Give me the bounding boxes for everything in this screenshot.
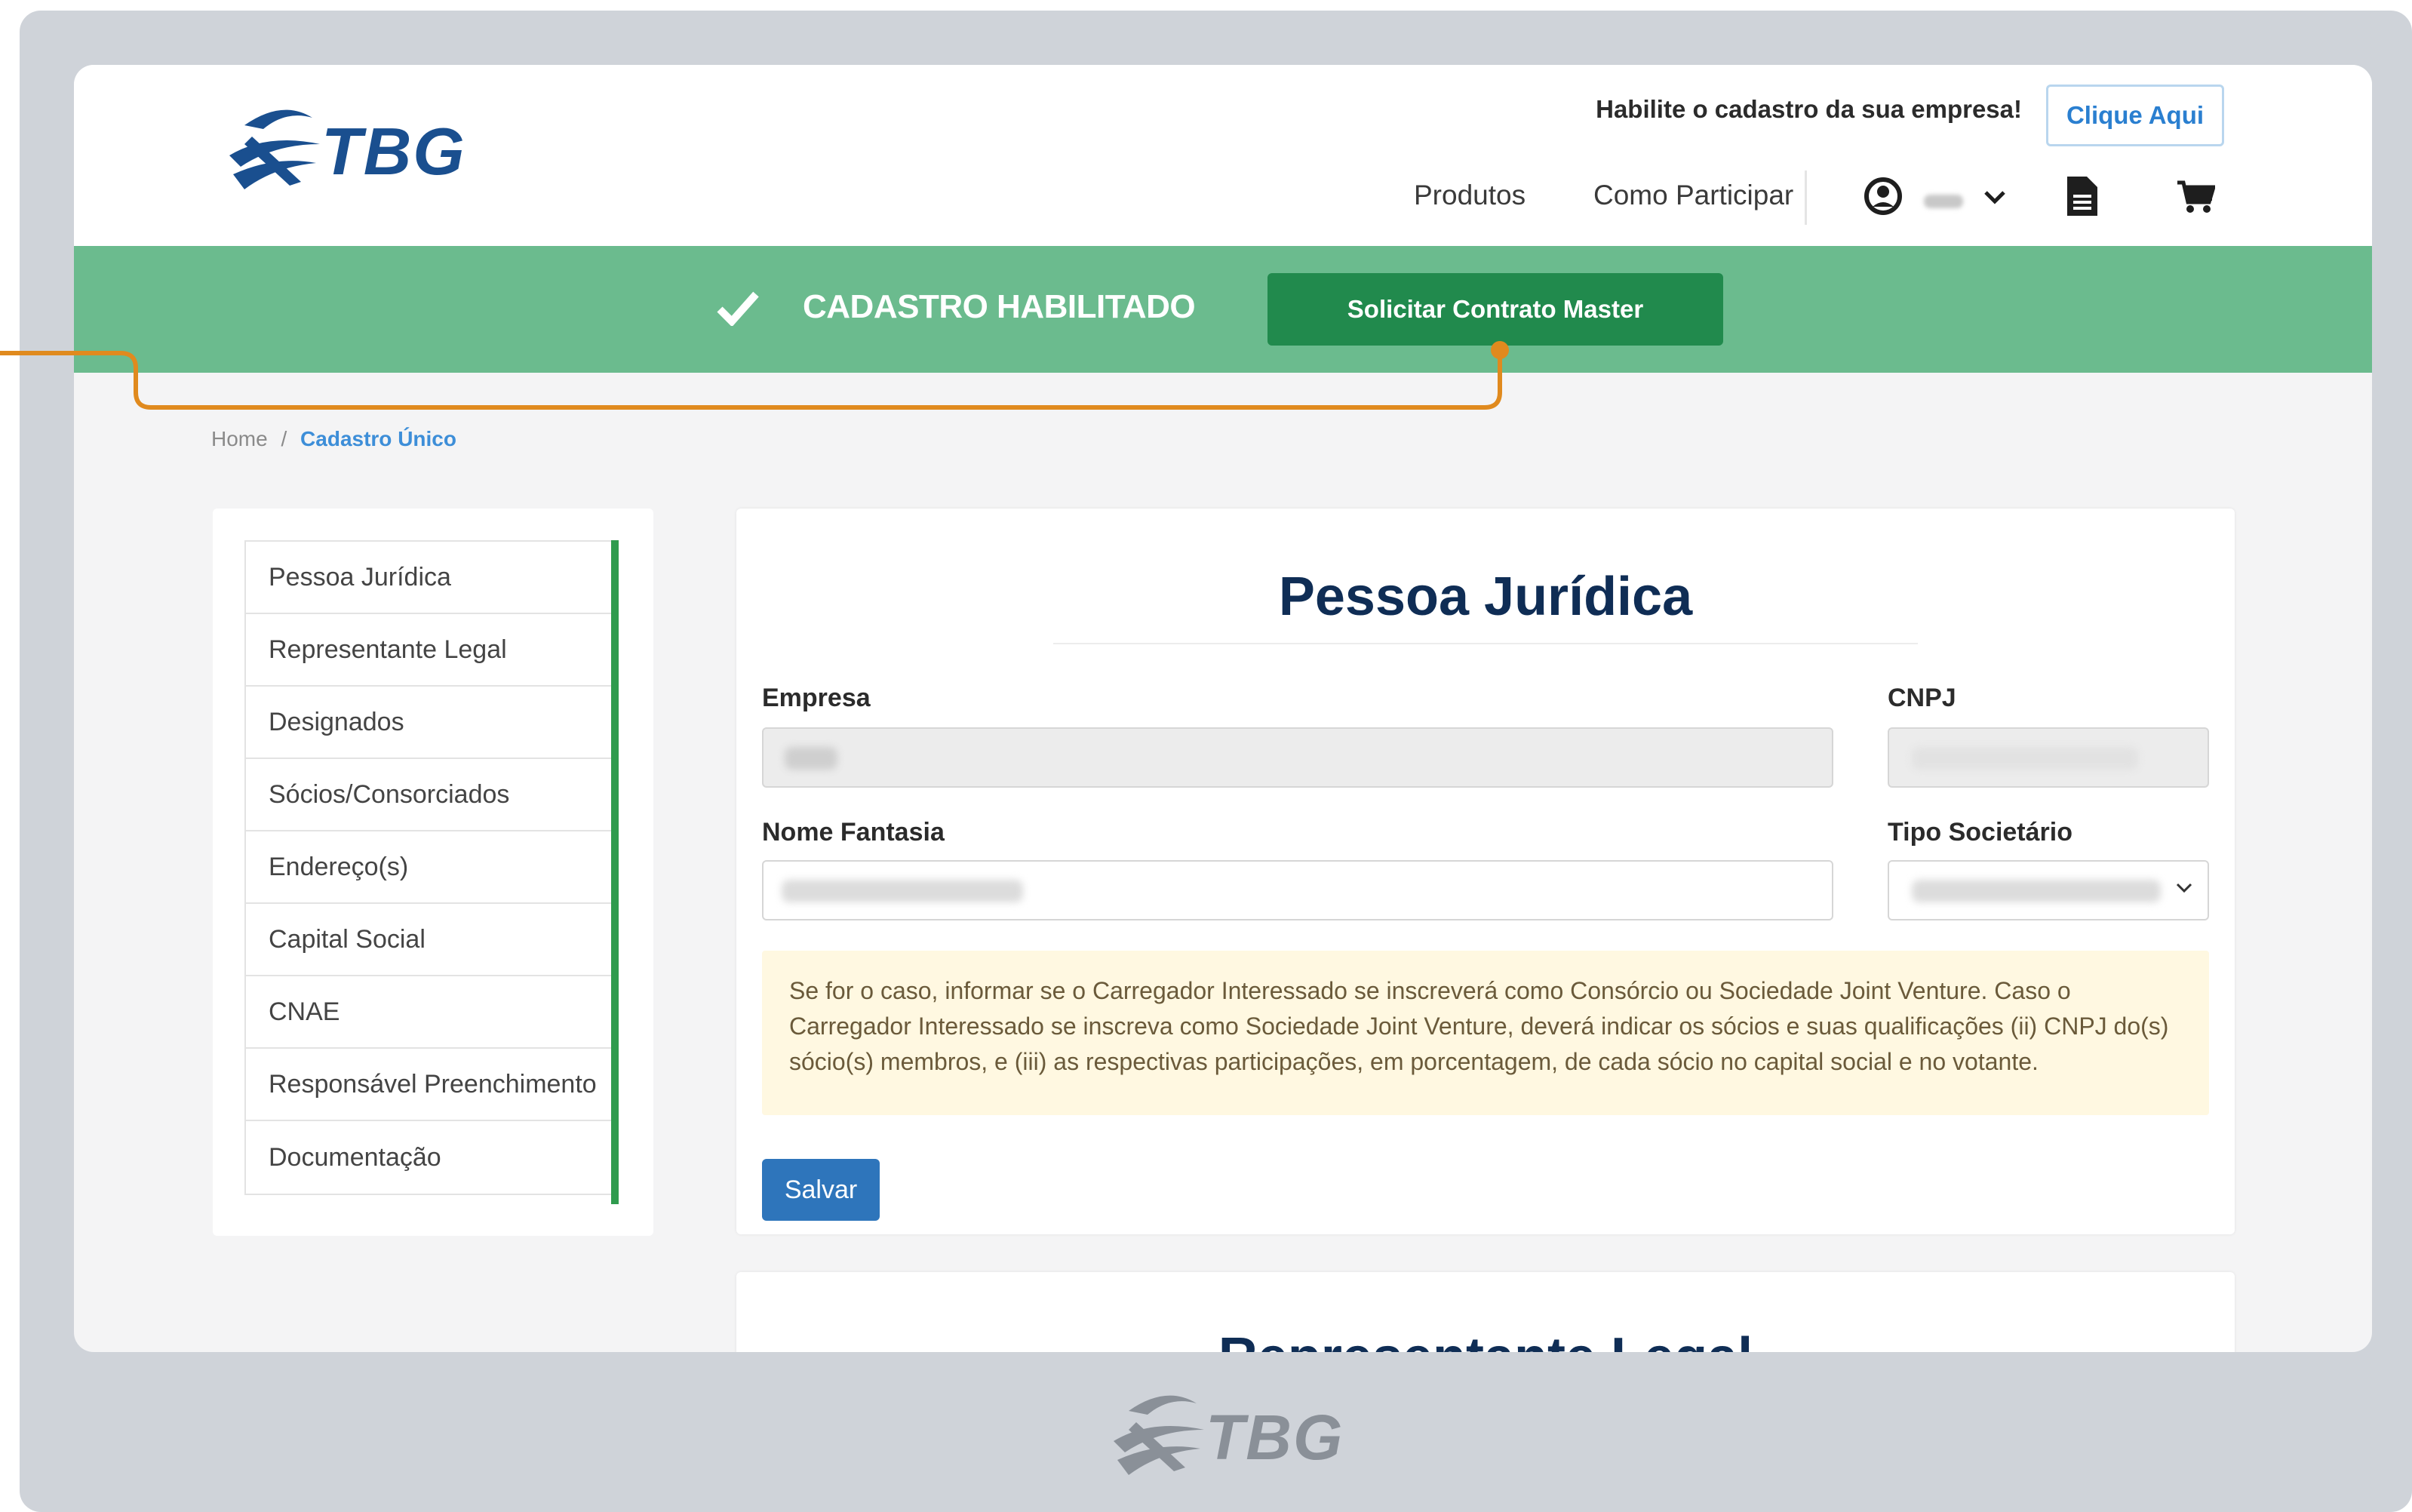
empresa-label: Empresa — [762, 684, 871, 712]
logo-text: TBG — [321, 114, 466, 189]
tipo-societario-label: Tipo Societário — [1888, 818, 2072, 847]
cnpj-field — [1888, 727, 2209, 788]
sidebar-item-responsavel-preenchimento[interactable]: Responsável Preenchimento — [246, 1049, 613, 1121]
next-section-title: Representante Legal — [736, 1326, 2235, 1352]
sidebar-item-socios-consorciados[interactable]: Sócios/Consorciados — [246, 759, 613, 831]
chevron-down-icon — [2176, 883, 2192, 893]
sidebar-item-capital-social[interactable]: Capital Social — [246, 904, 613, 976]
empresa-field — [762, 727, 1833, 788]
cadastro-status: CADASTRO HABILITADO — [803, 288, 1196, 325]
cnpj-value-redacted — [1912, 747, 2138, 770]
sidebar-progress-accent — [611, 540, 619, 1204]
nav-produtos[interactable]: Produtos — [1414, 180, 1526, 211]
tbg-logo-mark-icon — [1114, 1395, 1204, 1475]
user-icon[interactable] — [1864, 175, 1903, 217]
nome-fantasia-label: Nome Fantasia — [762, 818, 945, 847]
document-icon[interactable] — [2066, 175, 2099, 217]
promo-text: Habilite o cadastro da sua empresa! — [1596, 95, 2022, 123]
sidebar-item-pessoa-juridica[interactable]: Pessoa Jurídica — [246, 542, 613, 614]
footer-logo: TBG — [1106, 1388, 1344, 1486]
cart-icon[interactable] — [2176, 180, 2215, 214]
tipo-societario-select[interactable] — [1888, 860, 2209, 920]
site-header: TBG Habilite o cadastro da sua empresa! … — [74, 65, 2372, 246]
footer-logo-text: TBG — [1206, 1401, 1344, 1473]
nome-fantasia-field[interactable] — [762, 860, 1833, 920]
sidebar-menu: Pessoa Jurídica Representante Legal Desi… — [244, 540, 613, 1195]
tbg-logo[interactable]: TBG — [222, 103, 466, 201]
breadcrumb-home[interactable]: Home — [211, 427, 268, 450]
sidebar-item-cnae[interactable]: CNAE — [246, 976, 613, 1049]
breadcrumb-current: Cadastro Único — [300, 427, 456, 450]
joint-venture-notice: Se for o caso, informar se o Carregador … — [762, 951, 2209, 1115]
browser-screen: TBG Habilite o cadastro da sua empresa! … — [74, 65, 2372, 1352]
tipo-societario-value-redacted — [1912, 880, 2161, 902]
chevron-down-icon[interactable] — [1983, 189, 2007, 207]
title-divider — [1053, 643, 1918, 644]
breadcrumb-separator: / — [281, 427, 287, 450]
user-name-redacted — [1924, 195, 1963, 208]
breadcrumb: Home / Cadastro Único — [211, 427, 456, 451]
sidebar-item-designados[interactable]: Designados — [246, 687, 613, 759]
clique-aqui-button[interactable]: Clique Aqui — [2046, 85, 2224, 146]
sidebar-item-documentacao[interactable]: Documentação — [246, 1121, 613, 1194]
nome-fantasia-value-redacted — [782, 880, 1023, 902]
nav-divider — [1805, 171, 1807, 225]
sidebar-item-enderecos[interactable]: Endereço(s) — [246, 831, 613, 904]
sidebar-item-representante-legal[interactable]: Representante Legal — [246, 614, 613, 687]
form-title: Pessoa Jurídica — [1278, 567, 1693, 627]
save-button[interactable]: Salvar — [762, 1159, 880, 1221]
check-icon — [717, 291, 759, 326]
status-bar — [74, 246, 2372, 373]
cnpj-label: CNPJ — [1888, 684, 1956, 712]
representante-legal-card: Representante Legal — [736, 1272, 2235, 1352]
nav-como-participar[interactable]: Como Participar — [1593, 180, 1793, 211]
sidebar: Pessoa Jurídica Representante Legal Desi… — [213, 509, 653, 1236]
pessoa-juridica-card: Pessoa Jurídica Empresa CNPJ Nome Fantas… — [736, 509, 2235, 1234]
empresa-value-redacted — [785, 747, 837, 770]
solicitar-contrato-master-button[interactable]: Solicitar Contrato Master — [1267, 273, 1723, 346]
tbg-logo-mark-icon — [229, 109, 320, 189]
